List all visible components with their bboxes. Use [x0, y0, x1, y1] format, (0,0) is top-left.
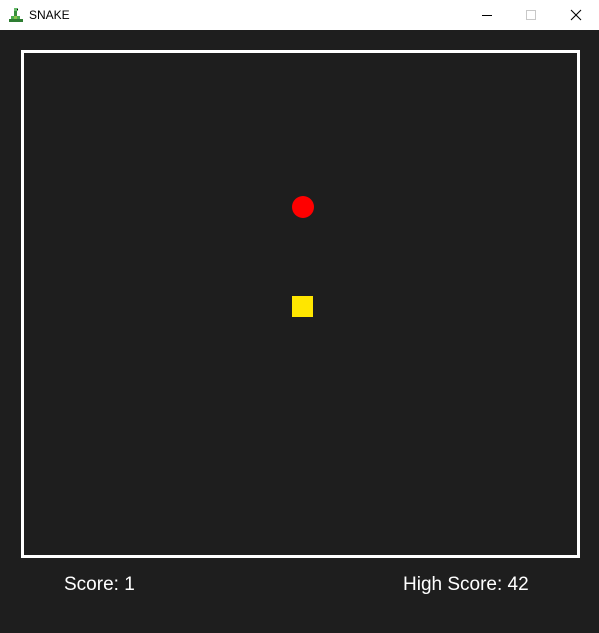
- snake-head: [292, 296, 313, 317]
- food-apple: [292, 196, 314, 218]
- high-score-label: High Score: 42: [403, 574, 529, 595]
- game-board: [21, 50, 580, 558]
- minimize-icon: [482, 15, 492, 16]
- minimize-button[interactable]: [464, 0, 510, 30]
- game-window: SNAKE Score: 1 High Score: 42: [0, 0, 599, 633]
- snake-app-icon: [9, 8, 23, 22]
- maximize-icon: [526, 10, 536, 20]
- close-icon: [570, 9, 582, 21]
- maximize-button[interactable]: [508, 0, 554, 30]
- window-title: SNAKE: [29, 8, 70, 22]
- title-bar[interactable]: SNAKE: [0, 0, 599, 30]
- score-label: Score: 1: [64, 574, 135, 595]
- close-button[interactable]: [553, 0, 599, 30]
